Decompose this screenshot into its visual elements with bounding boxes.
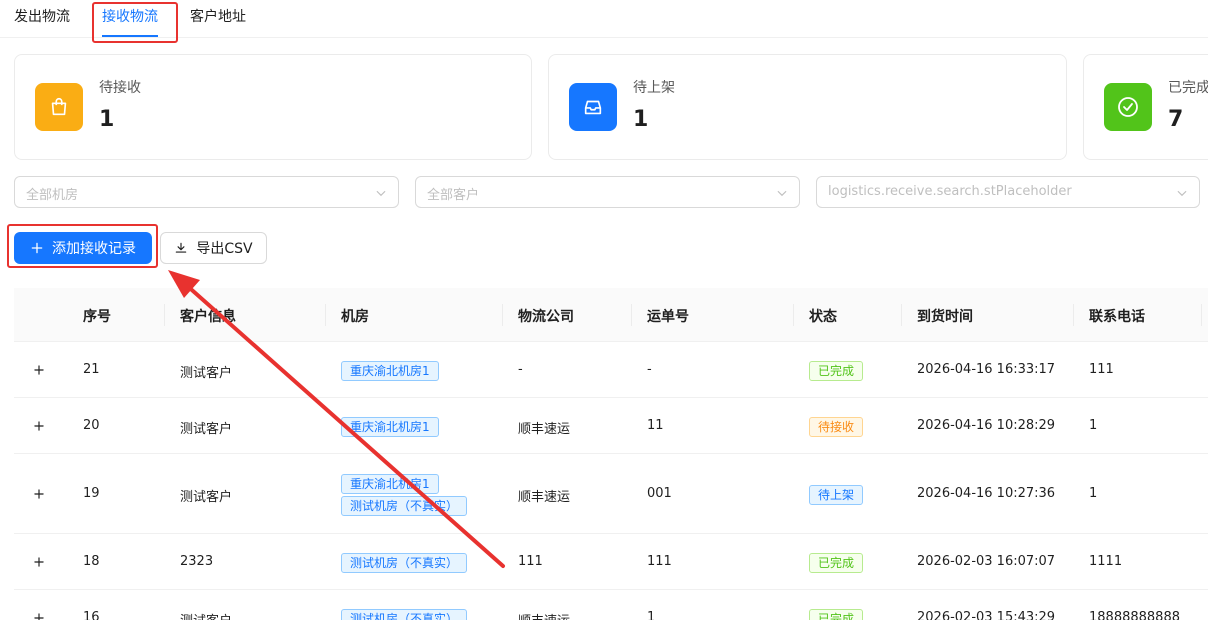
export-csv-button[interactable]: 导出CSV (160, 232, 267, 264)
cell-arrival-time: 2026-04-16 10:27:36 (917, 486, 1056, 501)
cell-customer: 2323 (180, 554, 214, 569)
stat-label: 已完成 (1168, 80, 1208, 96)
table-row: 16 测试客户 测试机房（不真实） 顺丰速运 1 已完成 2026-02-03 … (14, 590, 1208, 620)
stat-value: 7 (1168, 107, 1184, 132)
logistics-tabs: 发出物流 接收物流 客户地址 (0, 0, 1208, 38)
shopping-bag-icon (35, 83, 83, 131)
chevron-down-icon (1177, 190, 1187, 197)
room-tag: 测试机房（不真实） (341, 609, 468, 620)
cell-company: 111 (518, 554, 543, 569)
check-circle-icon (1104, 83, 1152, 131)
cell-customer: 测试客户 (180, 422, 233, 437)
expand-plus-icon[interactable] (32, 555, 46, 569)
cell-seq: 20 (83, 418, 100, 433)
column-header-arrival-time: 到货时间 (917, 309, 973, 325)
status-badge: 已完成 (809, 361, 864, 381)
highlight-box-add-button (7, 224, 158, 268)
cell-seq: 18 (83, 554, 100, 569)
cell-arrival-time: 2026-04-16 16:33:17 (917, 362, 1056, 377)
cell-waybill: 111 (647, 554, 672, 569)
column-header-waybill: 运单号 (647, 309, 689, 325)
cell-arrival-time: 2026-02-03 16:07:07 (917, 554, 1056, 569)
stat-value: 1 (633, 107, 649, 132)
status-badge: 已完成 (809, 609, 864, 620)
column-header-phone: 联系电话 (1089, 309, 1145, 325)
cell-company: - (518, 362, 523, 377)
room-tag: 重庆渝北机房1 (341, 474, 439, 494)
tab-customer-address[interactable]: 客户地址 (190, 6, 246, 26)
room-tag: 重庆渝北机房1 (341, 417, 439, 437)
cell-company: 顺丰速运 (518, 610, 570, 620)
cell-waybill: 1 (647, 610, 656, 620)
stat-card-pending-receive: 待接收 1 (14, 54, 532, 160)
cell-phone: 1 (1089, 418, 1098, 433)
column-divider (1073, 304, 1074, 326)
cell-arrival-time: 2026-04-16 10:28:29 (917, 418, 1056, 433)
highlight-box-tab (92, 2, 178, 43)
cell-company: 顺丰速运 (518, 490, 571, 505)
column-divider (325, 304, 326, 326)
search-placeholder: logistics.receive.search.stPlaceholder (828, 184, 1072, 199)
column-header-company: 物流公司 (518, 309, 574, 325)
stat-card-pending-shelve: 待上架 1 (548, 54, 1067, 160)
cell-customer: 测试客户 (180, 366, 233, 381)
cell-waybill: 11 (647, 418, 664, 433)
cell-phone: 18888888888 (1089, 610, 1180, 620)
stat-card-completed: 已完成 7 (1083, 54, 1208, 160)
room-tag: 测试机房（不真实） (341, 496, 468, 516)
cell-customer: 测试客户 (180, 490, 233, 505)
cell-company: 顺丰速运 (518, 422, 571, 437)
cell-customer: 测试客户 (180, 610, 232, 620)
inbox-icon (569, 83, 617, 131)
room-filter-placeholder: 全部机房 (26, 188, 79, 203)
table-row: 18 2323 测试机房（不真实） 111 111 已完成 2026-02-03… (14, 534, 1208, 590)
table-row: 19 测试客户 重庆渝北机房1 测试机房（不真实） 顺丰速运 001 待上架 2… (14, 454, 1208, 534)
search-select[interactable]: logistics.receive.search.stPlaceholder (816, 176, 1200, 208)
expand-plus-icon[interactable] (32, 487, 46, 501)
chevron-down-icon (376, 190, 386, 197)
room-tag: 重庆渝北机房1 (341, 361, 439, 381)
table-header: 序号 客户信息 机房 物流公司 运单号 状态 到货时间 联系电话 (14, 288, 1208, 342)
cell-phone: 1 (1089, 486, 1098, 501)
stat-value: 1 (99, 107, 115, 132)
status-badge: 待上架 (809, 485, 864, 505)
column-divider (631, 304, 632, 326)
tab-outgoing-logistics[interactable]: 发出物流 (14, 6, 70, 26)
column-header-room: 机房 (341, 309, 369, 325)
room-tag: 测试机房（不真实） (341, 553, 468, 573)
status-badge: 已完成 (809, 553, 864, 573)
expand-plus-icon[interactable] (32, 419, 46, 433)
stat-label: 待接收 (99, 80, 141, 96)
cell-arrival-time: 2026-02-03 15:43:29 (917, 610, 1056, 620)
expand-plus-icon[interactable] (32, 611, 46, 620)
table-row: 21 测试客户 重庆渝北机房1 - - 已完成 2026-04-16 16:33… (14, 342, 1208, 398)
column-header-seq: 序号 (83, 309, 111, 325)
table-row: 20 测试客户 重庆渝北机房1 顺丰速运 11 待接收 2026-04-16 1… (14, 398, 1208, 454)
column-divider (1201, 304, 1202, 326)
cell-seq: 19 (83, 486, 100, 501)
export-csv-label: 导出CSV (196, 241, 253, 257)
customer-filter-placeholder: 全部客户 (427, 188, 480, 203)
room-filter-select[interactable]: 全部机房 (14, 176, 399, 208)
chevron-down-icon (777, 190, 787, 197)
column-header-status: 状态 (809, 309, 837, 325)
column-divider (901, 304, 902, 326)
expand-plus-icon[interactable] (32, 363, 46, 377)
stat-label: 待上架 (633, 80, 675, 96)
cell-phone: 111 (1089, 362, 1114, 377)
customer-filter-select[interactable]: 全部客户 (415, 176, 800, 208)
column-divider (164, 304, 165, 326)
column-divider (793, 304, 794, 326)
cell-waybill: 001 (647, 486, 672, 501)
column-header-customer: 客户信息 (180, 309, 236, 325)
cell-phone: 1111 (1089, 554, 1123, 569)
column-divider (502, 304, 503, 326)
download-icon (176, 242, 187, 253)
cell-seq: 21 (83, 362, 100, 377)
cell-seq: 16 (83, 610, 100, 620)
cell-waybill: - (647, 362, 652, 377)
status-badge: 待接收 (809, 417, 864, 437)
